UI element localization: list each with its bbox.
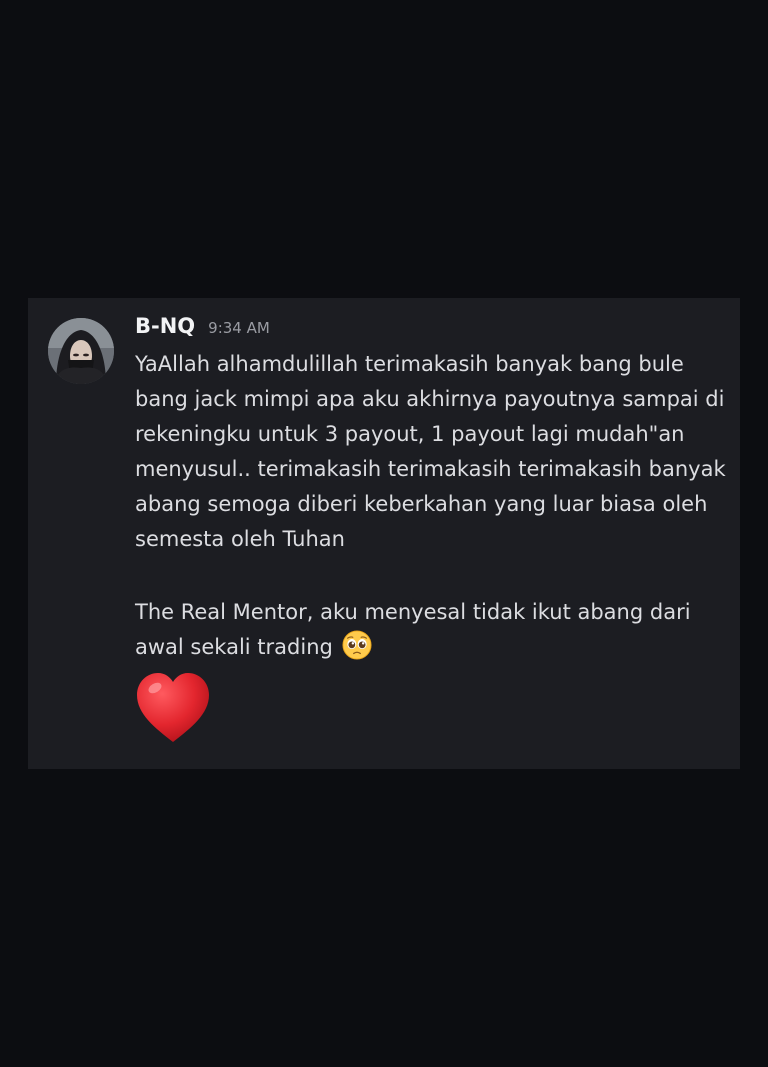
timestamp: 9:34 AM	[208, 319, 270, 337]
message-text-2: The Real Mentor, aku menyesal tidak ikut…	[135, 595, 727, 665]
red-heart-emoji-icon	[137, 673, 209, 742]
message-text-1: YaAllah alhamdulillah terimakasih banyak…	[135, 352, 726, 551]
avatar-woman-hooded-icon	[48, 318, 114, 384]
message-text-2-content: The Real Mentor, aku menyesal tidak ikut…	[135, 600, 691, 659]
message-card: B-NQ 9:34 AM YaAllah alhamdulillah terim…	[28, 298, 740, 769]
avatar[interactable]	[48, 318, 114, 384]
pleading-face-emoji-icon	[342, 630, 372, 660]
username[interactable]: B-NQ	[135, 314, 195, 338]
message-header: B-NQ 9:34 AM	[135, 314, 270, 346]
big-emoji-message	[133, 668, 213, 748]
